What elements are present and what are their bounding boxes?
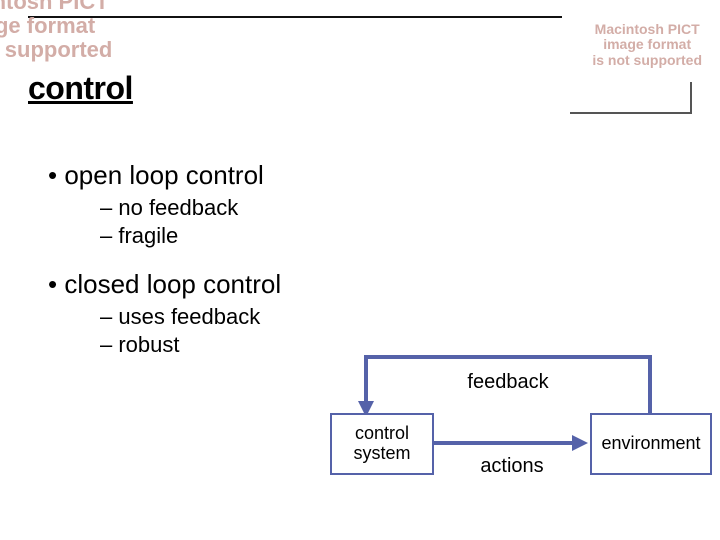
environment-box: environment: [590, 413, 712, 475]
feedback-label: feedback: [438, 371, 578, 394]
header-box-edge: [570, 82, 692, 114]
control-system-box: control system: [330, 413, 434, 475]
slide-title: control: [28, 70, 133, 107]
bullet-closed-sub-2: robust: [100, 332, 428, 358]
bullet-closed-loop: closed loop control: [48, 269, 428, 300]
pict-warning-top-right: Macintosh PICT image format is not suppo…: [592, 22, 702, 68]
bullet-closed-sub-1: uses feedback: [100, 304, 428, 330]
bullet-open-loop: open loop control: [48, 160, 428, 191]
bullet-list: open loop control no feedback fragile cl…: [48, 160, 428, 360]
slide: Macintosh PICT image format is not suppo…: [0, 0, 720, 540]
environment-text: environment: [601, 434, 700, 454]
bullet-open-sub-1: no feedback: [100, 195, 428, 221]
control-system-text: control system: [353, 424, 410, 464]
feedback-diagram: feedback control system environment acti…: [330, 365, 710, 525]
actions-label: actions: [442, 455, 582, 478]
bullet-open-sub-2: fragile: [100, 223, 428, 249]
pict-warning-top-left: Macintosh PICT image format is not suppo…: [0, 0, 112, 63]
